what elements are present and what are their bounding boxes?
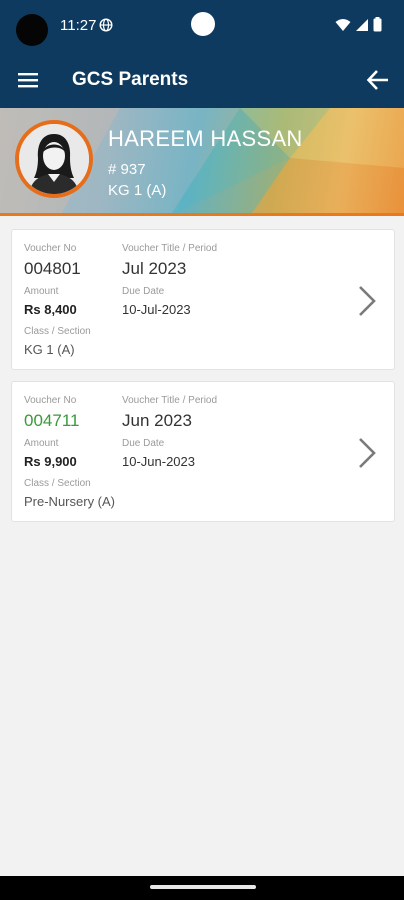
front-camera [191, 12, 215, 36]
voucher-title-value: Jun 2023 [122, 411, 192, 430]
voucher-title-label: Voucher Title / Period [122, 243, 218, 254]
amount-label: Amount [24, 438, 59, 449]
home-gesture-handle[interactable] [150, 885, 256, 889]
globe-icon [99, 18, 113, 32]
due-date-label: Due Date [122, 286, 165, 297]
voucher-card[interactable]: Voucher No 004801 Voucher Title / Period… [11, 229, 395, 370]
system-icons [335, 17, 382, 32]
back-arrow-icon[interactable] [364, 66, 392, 94]
status-time: 11:27 [60, 17, 97, 34]
student-profile-header: HAREEM HASSAN # 937 KG 1 (A) [0, 108, 404, 216]
menu-icon[interactable] [14, 66, 42, 94]
wifi-icon [335, 18, 351, 31]
due-date-value: 10-Jun-2023 [122, 454, 195, 469]
amount-value: Rs 9,900 [24, 454, 77, 469]
camera-cutout [16, 14, 48, 46]
student-avatar [15, 120, 93, 198]
female-user-icon [19, 124, 89, 194]
amount-label: Amount [24, 286, 59, 297]
voucher-title-label: Voucher Title / Period [122, 395, 218, 406]
battery-icon [373, 17, 382, 32]
system-navigation-bar [0, 876, 404, 900]
due-date-label: Due Date [122, 438, 165, 449]
student-id: # 937 [108, 161, 146, 178]
class-section-value: KG 1 (A) [24, 342, 75, 357]
voucher-no-label: Voucher No [24, 243, 77, 254]
voucher-no-value: 004711 [24, 411, 80, 430]
chevron-right-icon[interactable] [356, 436, 378, 470]
voucher-title-value: Jul 2023 [122, 259, 187, 278]
app-title: GCS Parents [72, 69, 189, 90]
chevron-right-icon[interactable] [356, 284, 378, 318]
status-bar: 11:27 [0, 0, 404, 52]
voucher-card[interactable]: Voucher No 004711 Voucher Title / Period… [11, 381, 395, 522]
voucher-no-label: Voucher No [24, 395, 77, 406]
amount-value: Rs 8,400 [24, 302, 77, 317]
voucher-no-value: 004801 [24, 259, 81, 278]
class-section-label: Class / Section [24, 478, 91, 489]
app-bar: GCS Parents [0, 52, 404, 108]
due-date-value: 10-Jul-2023 [122, 302, 191, 317]
class-section-value: Pre-Nursery (A) [24, 494, 116, 509]
student-name: HAREEM HASSAN [108, 126, 303, 151]
student-class: KG 1 (A) [108, 182, 167, 199]
signal-icon [356, 18, 368, 31]
class-section-label: Class / Section [24, 326, 91, 337]
